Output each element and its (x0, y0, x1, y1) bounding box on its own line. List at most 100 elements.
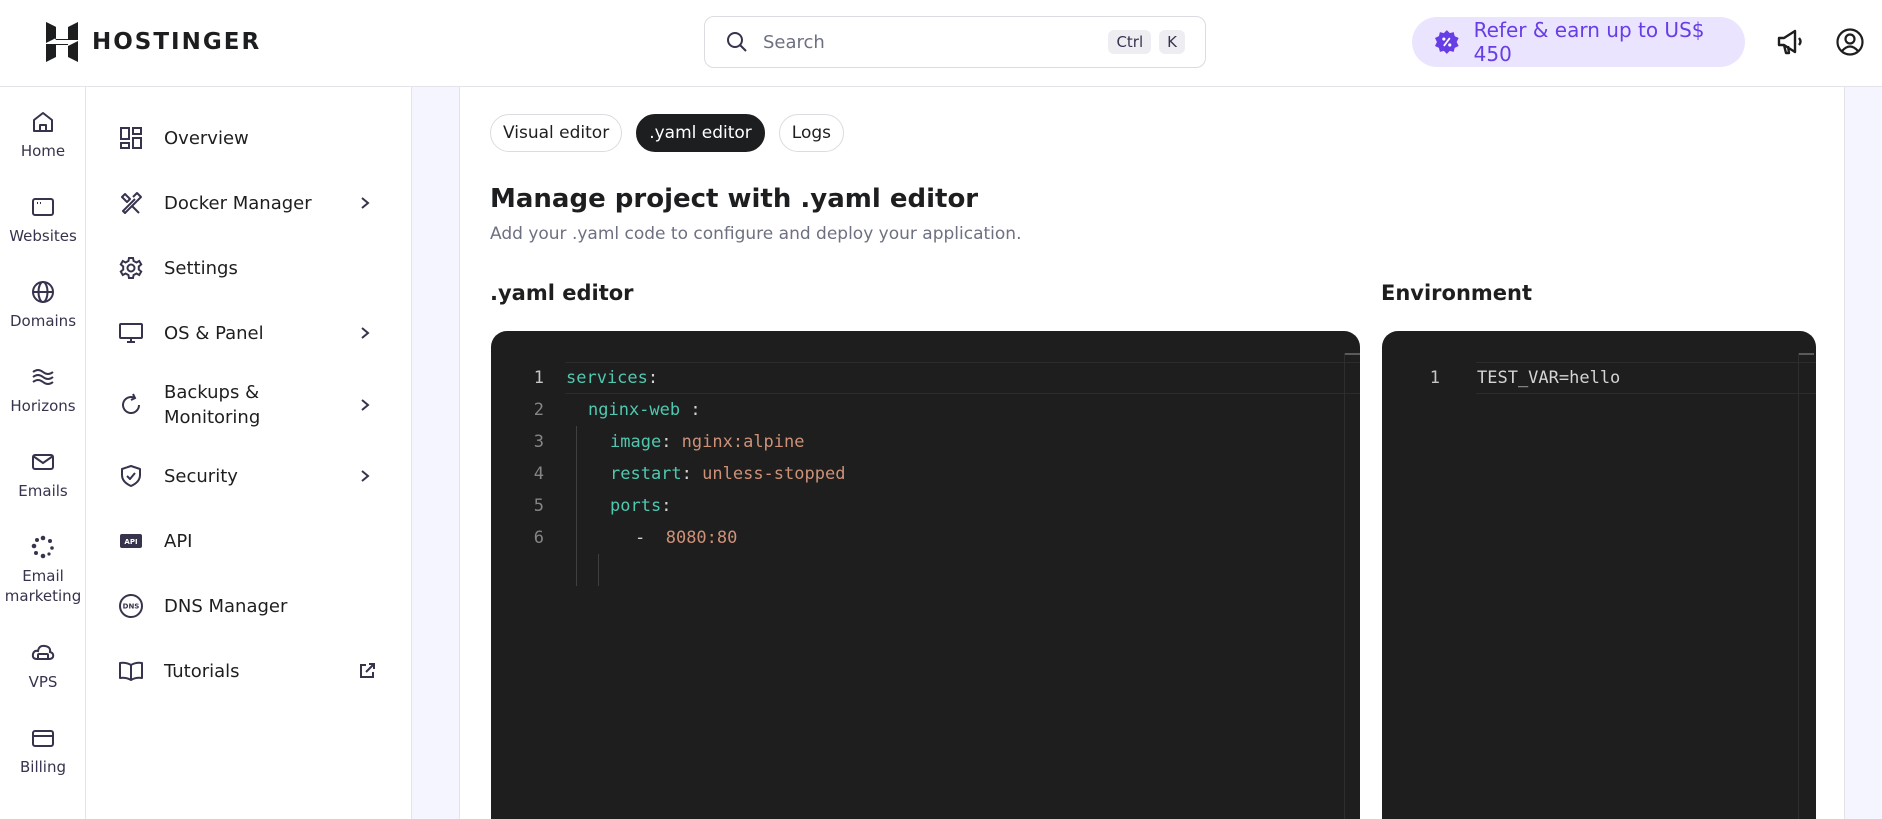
line-number: 1 (1429, 368, 1440, 388)
refer-earn-label: Refer & earn up to US$ 450 (1473, 18, 1705, 66)
line-number: 6 (533, 528, 544, 548)
yaml-sep: - (635, 528, 666, 548)
line-number: 4 (533, 464, 544, 484)
yaml-key: image (610, 432, 662, 452)
page-title: Manage project with .yaml editor (490, 184, 979, 214)
sidebar-item-overview[interactable]: Overview (86, 118, 412, 158)
rail-item-websites[interactable]: Websites (0, 194, 86, 246)
yaml-key: ports (610, 496, 662, 516)
rail-label-websites: Websites (9, 227, 77, 245)
email-marketing-icon (31, 535, 54, 559)
tab-logs[interactable]: Logs (778, 114, 845, 152)
external-link-icon (360, 663, 375, 678)
horizons-icon (32, 369, 54, 385)
sidebar-item-api[interactable]: API API (86, 521, 412, 561)
mail-icon (32, 454, 54, 470)
yaml-key: restart (610, 464, 682, 484)
sidebar-item-tutorials[interactable]: Tutorials (86, 651, 412, 691)
hostinger-logo[interactable]: HOSTINGER (44, 22, 261, 62)
gear-icon (118, 255, 144, 281)
monitor-icon (118, 320, 144, 346)
rail-item-home[interactable]: Home (0, 109, 86, 161)
yaml-value: unless-stopped (702, 464, 846, 484)
tools-icon (118, 190, 144, 216)
chevron-right-icon (361, 197, 370, 209)
sidebar-label-api: API (164, 530, 193, 552)
sidebar-label-backups: Backups & (164, 382, 260, 403)
hostinger-logo-icon (46, 22, 78, 62)
logo-text: HOSTINGER (92, 29, 262, 55)
yaml-value: 8080:80 (665, 528, 738, 548)
shortcut-k-key: K (1159, 30, 1185, 54)
chevron-right-icon (361, 470, 370, 482)
sidebar-label-os-panel: OS & Panel (164, 322, 264, 344)
svg-text:API: API (124, 538, 137, 546)
dns-icon: DNS (118, 593, 144, 619)
sidebar-item-docker-manager[interactable]: Docker Manager (86, 183, 412, 223)
refer-earn-button[interactable]: Refer & earn up to US$ 450 (1412, 17, 1745, 67)
rail-item-billing[interactable]: Billing (0, 725, 86, 777)
yaml-editor-heading: .yaml editor (490, 281, 634, 305)
chevron-right-icon (361, 327, 370, 339)
chevron-right-icon (361, 399, 370, 411)
rail-item-email-marketing[interactable]: Email marketing (0, 534, 86, 606)
environment-heading: Environment (1381, 281, 1533, 305)
announcements-icon[interactable] (1772, 24, 1808, 60)
sidebar-item-settings[interactable]: Settings (86, 248, 412, 288)
vps-sidebar: Overview Docker Manager Settings OS & Pa… (86, 87, 412, 819)
sidebar-label-settings: Settings (164, 257, 238, 279)
yaml-sep: : (661, 496, 672, 516)
line-number: 1 (533, 368, 544, 388)
search-icon (727, 32, 747, 52)
yaml-sep: : (661, 432, 682, 452)
sidebar-label-security: Security (164, 465, 238, 487)
top-header: HOSTINGER Search Ctrl K Refer & earn up … (0, 0, 1882, 87)
sidebar-item-dns-manager[interactable]: DNS DNS Manager (86, 586, 412, 626)
editor-scrollbar[interactable] (1798, 353, 1799, 819)
tab-visual-editor[interactable]: Visual editor (490, 114, 623, 152)
main-rail: Home Websites Domains Horizons Emails Em… (0, 87, 86, 819)
rail-item-emails[interactable]: Emails (0, 449, 86, 501)
sidebar-item-backups-monitoring[interactable]: Backups & Monitoring (86, 377, 412, 433)
shortcut-ctrl-key: Ctrl (1108, 30, 1152, 54)
credit-card-icon (32, 730, 54, 747)
current-line-highlight (565, 362, 1360, 394)
sidebar-label-overview: Overview (164, 127, 249, 149)
search-bar[interactable]: Search Ctrl K (704, 16, 1206, 68)
yaml-sep: : (680, 400, 701, 420)
yaml-code-editor[interactable]: 1 services: 2 nginx-web : 3 image: nginx… (491, 331, 1360, 819)
sidebar-label-backups-monitoring: Backups & Monitoring (164, 380, 260, 430)
yaml-value: nginx:alpine (681, 432, 805, 452)
tab-yaml-editor[interactable]: .yaml editor (636, 114, 765, 152)
home-icon (33, 112, 53, 132)
discount-badge-icon (1434, 30, 1459, 54)
rail-item-horizons[interactable]: Horizons (0, 364, 86, 416)
rail-item-vps[interactable]: VPS (0, 640, 86, 692)
sidebar-item-os-panel[interactable]: OS & Panel (86, 313, 412, 353)
account-icon[interactable] (1832, 24, 1868, 60)
yaml-sep: : (681, 464, 703, 484)
line-number: 5 (533, 496, 544, 516)
vps-icon (31, 644, 55, 660)
sidebar-label-docker-manager: Docker Manager (164, 192, 312, 214)
env-variable: TEST_VAR=hello (1477, 368, 1621, 388)
yaml-key: services (566, 368, 648, 388)
environment-editor[interactable]: 1 TEST_VAR=hello (1382, 331, 1816, 819)
editor-scrollbar[interactable] (1344, 353, 1345, 819)
sidebar-label-monitoring: Monitoring (164, 407, 261, 428)
line-number: 3 (533, 432, 544, 452)
sidebar-item-security[interactable]: Security (86, 456, 412, 496)
svg-text:DNS: DNS (123, 603, 140, 611)
rail-item-domains[interactable]: Domains (0, 279, 86, 331)
scrollbar-marker (1798, 353, 1814, 355)
sidebar-label-dns-manager: DNS Manager (164, 595, 288, 617)
yaml-key: nginx-web (588, 400, 681, 420)
indent-guide (576, 426, 577, 586)
refresh-icon (118, 392, 144, 418)
search-input[interactable]: Search (763, 32, 1100, 53)
websites-icon (32, 198, 54, 216)
globe-icon (32, 281, 54, 303)
rail-label-home: Home (20, 142, 66, 160)
book-icon (118, 658, 144, 684)
scrollbar-marker (1344, 353, 1360, 355)
